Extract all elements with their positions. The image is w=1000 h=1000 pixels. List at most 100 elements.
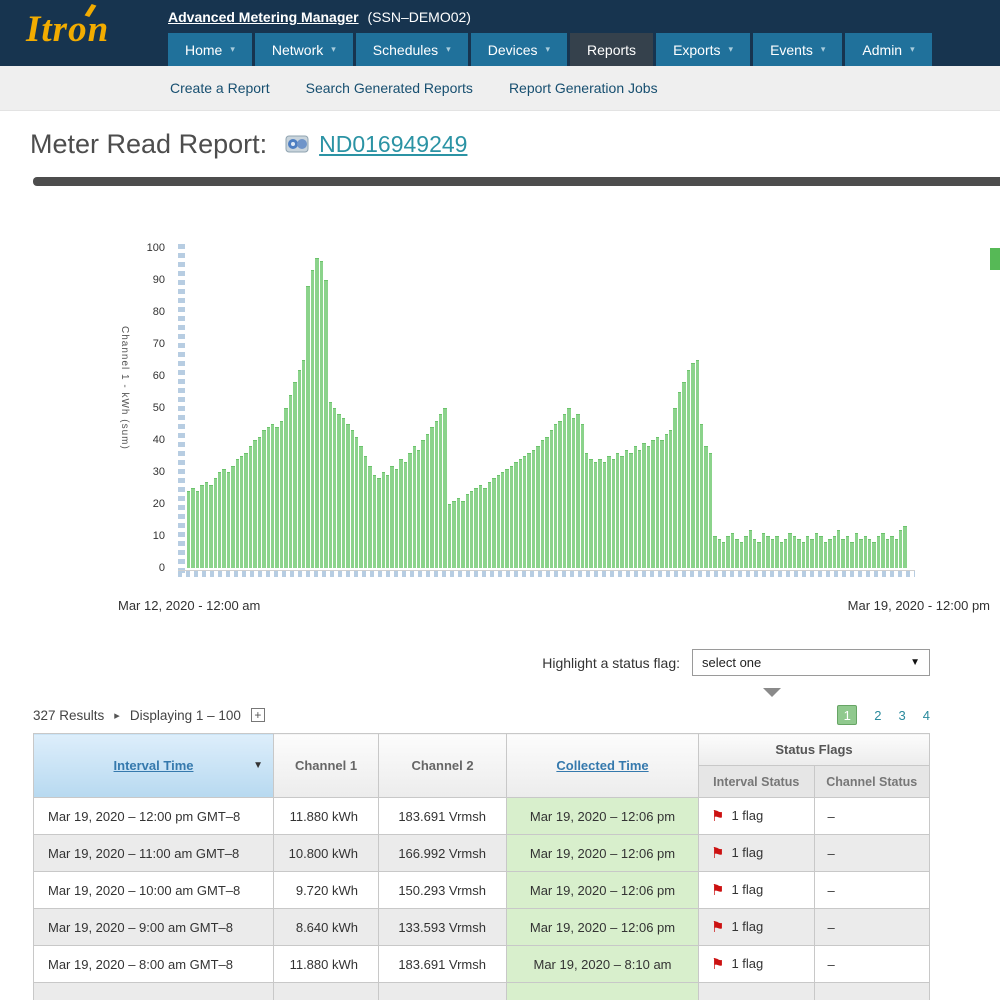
expand-table-icon[interactable]: + <box>251 708 265 722</box>
cell-interval-status: ⚑1 flag <box>699 835 815 872</box>
chart-bar <box>421 440 424 568</box>
chart-bar <box>479 485 482 568</box>
chart-bar <box>687 370 690 568</box>
chart-bar <box>603 462 606 568</box>
nav-item-label: Devices <box>488 42 538 58</box>
page-link-4[interactable]: 4 <box>923 708 930 723</box>
y-tick-label: 90 <box>153 273 165 287</box>
chart-bar <box>209 485 212 568</box>
page-link-3[interactable]: 3 <box>899 708 906 723</box>
chart-bar <box>647 446 650 568</box>
nav-item-admin[interactable]: Admin▾ <box>845 33 931 66</box>
chart-bar <box>302 360 305 568</box>
nav-item-exports[interactable]: Exports▾ <box>656 33 750 66</box>
chart-bar <box>373 475 376 568</box>
column-interval-time[interactable]: Interval Time ▼ <box>34 734 274 798</box>
cell-interval-time <box>34 983 274 1000</box>
cell-collected-time: Mar 19, 2020 – 8:10 am <box>507 946 699 983</box>
nav-item-label: Reports <box>587 42 636 58</box>
chart-bar <box>390 466 393 568</box>
results-count: 327 Results <box>33 708 104 723</box>
app-title-suffix: (SSN–DEMO02) <box>368 9 471 25</box>
y-tick-label: 60 <box>153 369 165 383</box>
cell-collected-time: Mar 19, 2020 – 12:06 pm <box>507 872 699 909</box>
chart-bar <box>536 446 539 568</box>
select-arrow-icon: ▼ <box>910 657 920 668</box>
chart-area: Channel 1 - kWh (sum) 100908070605040302… <box>33 248 1000 568</box>
nav-item-label: Schedules <box>373 42 438 58</box>
chart-bar <box>691 363 694 568</box>
chart-bar <box>616 453 619 568</box>
chart-bar <box>470 491 473 568</box>
chevron-down-icon: ▾ <box>446 44 451 55</box>
chart-bar <box>466 494 469 568</box>
chart-bar <box>859 539 862 568</box>
subnav-search-generated-reports[interactable]: Search Generated Reports <box>306 80 473 96</box>
table-row: Mar 19, 2020 – 10:00 am GMT–89.720 kWh15… <box>34 872 930 909</box>
meter-icon <box>285 134 309 154</box>
chart-bar <box>289 395 292 568</box>
column-collected-time[interactable]: Collected Time <box>507 734 699 798</box>
chart-bar <box>351 430 354 568</box>
chart-bar <box>828 539 831 568</box>
flag-filter-label: Highlight a status flag: <box>542 655 680 671</box>
chart-bar <box>545 437 548 568</box>
nav-item-devices[interactable]: Devices▾ <box>471 33 567 66</box>
title-row: Meter Read Report: ND016949249 <box>0 111 1000 177</box>
chart-bar <box>457 498 460 568</box>
chart-bar <box>881 533 884 568</box>
nav-item-events[interactable]: Events▾ <box>753 33 842 66</box>
chart-bar <box>461 501 464 568</box>
chart-bar <box>200 485 203 568</box>
chart-bar <box>311 270 314 568</box>
subnav-create-report[interactable]: Create a Report <box>170 80 270 96</box>
chart-bar <box>249 446 252 568</box>
cell-channel-1: 8.640 kWh <box>274 909 379 946</box>
chart-bar <box>855 533 858 568</box>
x-axis-line <box>178 570 915 577</box>
chart-bar <box>222 469 225 568</box>
chart-bar <box>413 446 416 568</box>
cell-interval-status: ⚑1 flag <box>699 798 815 835</box>
chart-bar <box>837 530 840 568</box>
chart-bar <box>196 491 199 568</box>
chart-bar <box>731 533 734 568</box>
flag-filter-select[interactable]: select one ▼ <box>692 649 930 676</box>
subnav-report-generation-jobs[interactable]: Report Generation Jobs <box>509 80 658 96</box>
cell-channel-status: – <box>814 835 930 872</box>
nav-item-network[interactable]: Network▾ <box>255 33 353 66</box>
chart-bar <box>864 536 867 568</box>
chart-bar <box>895 539 898 568</box>
chart-bar <box>488 482 491 568</box>
collapse-triangle-icon[interactable] <box>763 688 781 697</box>
red-flag-icon: ⚑ <box>711 919 724 936</box>
meter-id-link[interactable]: ND016949249 <box>319 131 467 158</box>
chart-bar <box>258 437 261 568</box>
page-link-1[interactable]: 1 <box>837 705 857 725</box>
nav-item-home[interactable]: Home▾ <box>168 33 252 66</box>
chart-scroll-handle[interactable] <box>990 248 1000 270</box>
chart-bar <box>443 408 446 568</box>
y-tick-label: 70 <box>153 337 165 351</box>
collapsed-panel-strip[interactable] <box>33 177 1000 186</box>
cell-interval-time: Mar 19, 2020 – 9:00 am GMT–8 <box>34 909 274 946</box>
cell-channel-2: 183.691 Vrmsh <box>379 946 507 983</box>
chart-bar <box>523 456 526 568</box>
chart-bar <box>704 446 707 568</box>
cell-interval-status: ⚑1 flag <box>699 872 815 909</box>
page-link-2[interactable]: 2 <box>874 708 881 723</box>
chart-bar <box>426 434 429 568</box>
collected-time-sort-link[interactable]: Collected Time <box>556 758 648 773</box>
interval-time-sort-link[interactable]: Interval Time <box>114 758 194 773</box>
nav-item-reports[interactable]: Reports <box>570 33 653 66</box>
y-tick-label: 20 <box>153 497 165 511</box>
chart-bar <box>735 539 738 568</box>
table-row <box>34 983 930 1000</box>
chevron-down-icon: ▾ <box>230 44 235 55</box>
nav-item-schedules[interactable]: Schedules ▾ <box>356 33 468 66</box>
chart-bar <box>298 370 301 568</box>
itron-logo[interactable]: Itron <box>26 8 109 51</box>
chart-bar <box>700 424 703 568</box>
app-title-link[interactable]: Advanced Metering Manager <box>168 9 359 25</box>
chart-bar <box>713 536 716 568</box>
